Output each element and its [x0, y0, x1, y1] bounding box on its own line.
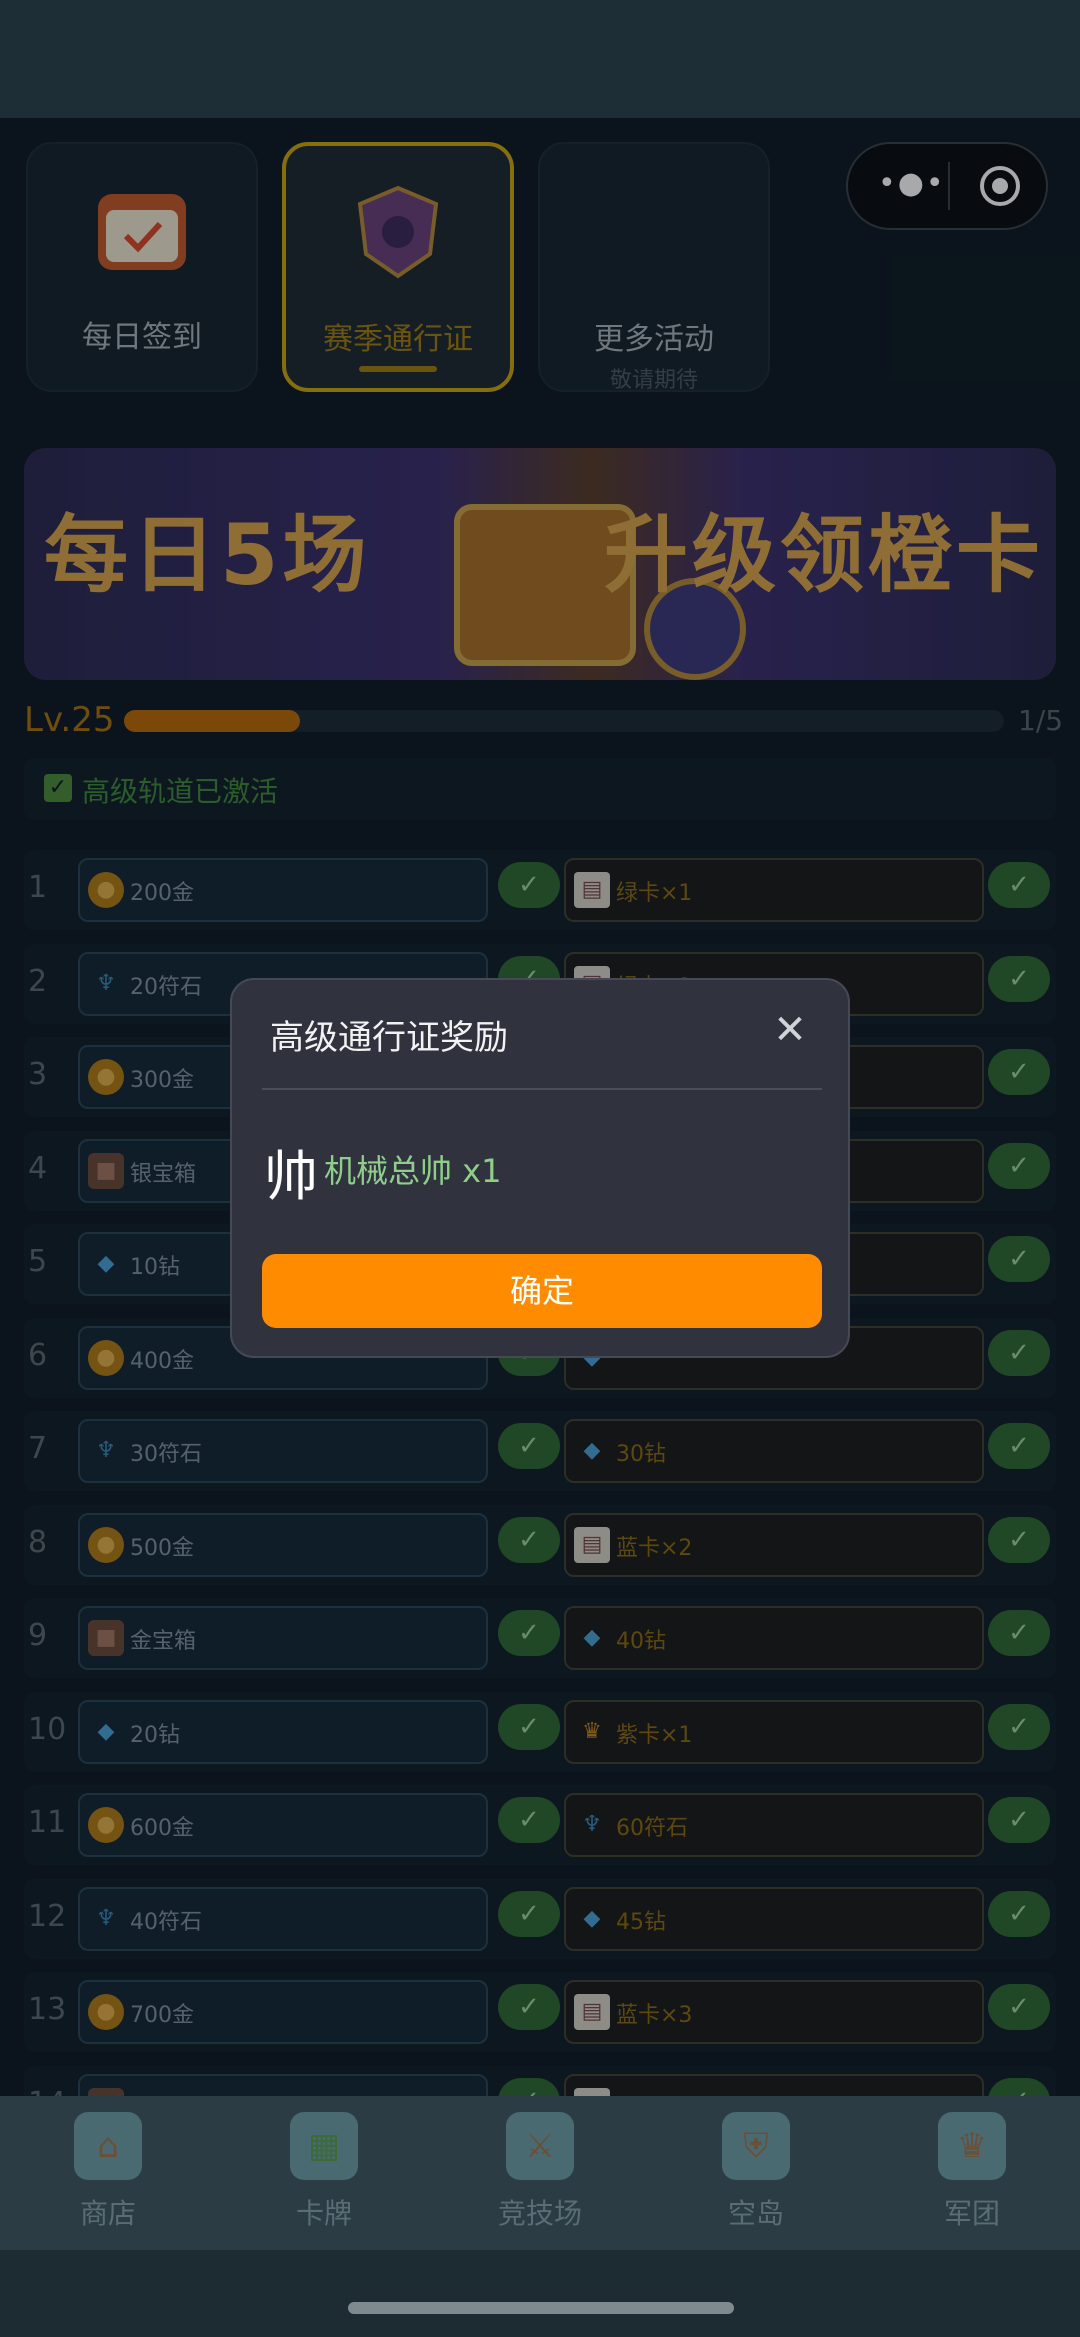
island-icon: ⛨: [722, 2112, 790, 2180]
reward-dialog: 高级通行证奖励 ✕ 帅 机械总帅 x1 确定: [230, 978, 850, 1358]
confirm-button[interactable]: 确定: [262, 1254, 822, 1328]
arena-icon: ⚔: [506, 2112, 574, 2180]
system-nav-area: [0, 2250, 1080, 2337]
nav-cards[interactable]: ▦ 卡牌: [264, 2112, 384, 2232]
nav-label: 军团: [943, 2197, 1000, 2230]
dialog-divider: [262, 1088, 822, 1090]
nav-label: 卡牌: [295, 2197, 352, 2230]
trophy-icon: ♛: [938, 2112, 1006, 2180]
nav-legion[interactable]: ♛ 军团: [912, 2112, 1032, 2232]
nav-arena[interactable]: ⚔ 竞技场: [480, 2112, 600, 2232]
cards-icon: ▦: [290, 2112, 358, 2180]
shop-icon: ⌂: [74, 2112, 142, 2180]
close-icon[interactable]: ✕: [770, 1010, 810, 1050]
reward-glyph: 帅: [264, 1145, 318, 1208]
dialog-title: 高级通行证奖励: [270, 1018, 508, 1058]
home-indicator[interactable]: [348, 2302, 734, 2314]
reward-text: 机械总帅 x1: [324, 1152, 502, 1190]
nav-shop[interactable]: ⌂ 商店: [48, 2112, 168, 2232]
nav-island[interactable]: ⛨ 空岛: [696, 2112, 816, 2232]
nav-label: 商店: [79, 2197, 136, 2230]
nav-label: 空岛: [727, 2197, 784, 2230]
nav-label: 竞技场: [497, 2197, 582, 2230]
bottom-nav: ⌂ 商店 ▦ 卡牌 ⚔ 竞技场 ⛨ 空岛 ♛ 军团: [0, 2096, 1080, 2250]
